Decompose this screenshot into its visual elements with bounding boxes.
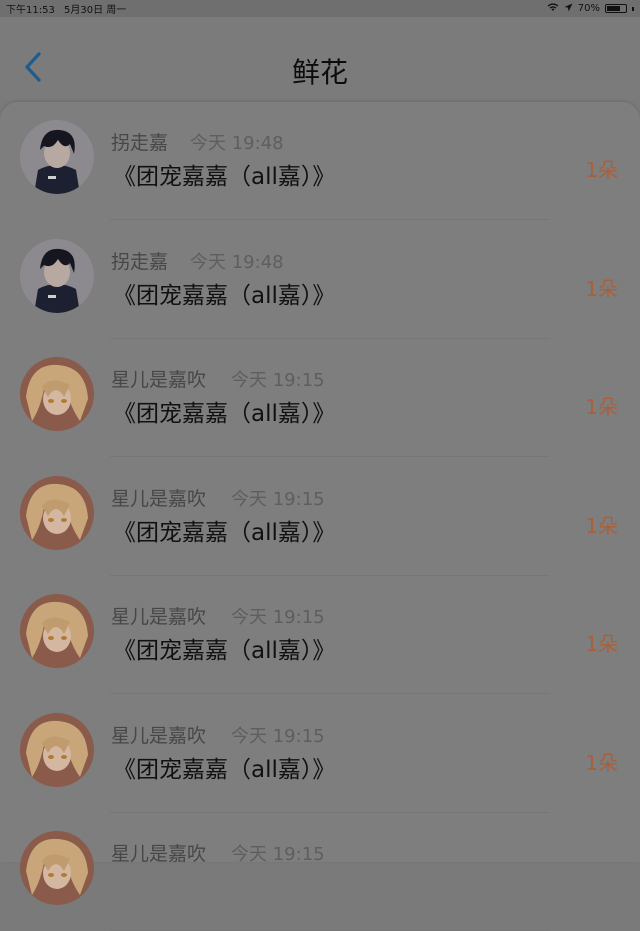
battery-icon xyxy=(605,4,627,13)
timestamp: 今天 19:15 xyxy=(231,370,325,391)
user-avatar[interactable] xyxy=(20,831,94,905)
dark-hair-avatar xyxy=(20,120,94,194)
blonde-hair-avatar xyxy=(20,594,94,668)
flower-list-item[interactable]: 星儿是嘉吹 今天 19:15 《团宠嘉嘉（all嘉）》 1朵 xyxy=(0,576,640,694)
book-title[interactable]: 《团宠嘉嘉（all嘉）》 xyxy=(113,750,335,784)
status-time: 下午11:53 xyxy=(6,5,55,16)
page-title: 鲜花 xyxy=(291,56,348,89)
flower-list-item[interactable]: 星儿是嘉吹 今天 19:15 《团宠嘉嘉（all嘉）》 1朵 xyxy=(0,695,640,813)
blonde-hair-avatar xyxy=(20,831,94,905)
username: 拐走嘉 xyxy=(111,250,169,273)
book-title[interactable]: 《团宠嘉嘉（all嘉）》 xyxy=(113,276,335,310)
flower-list-item[interactable]: 星儿是嘉吹 今天 19:15 《团宠嘉嘉（all嘉）》 1朵 xyxy=(0,339,640,457)
user-avatar[interactable] xyxy=(20,712,94,787)
wifi-icon xyxy=(547,2,559,15)
flower-count: 1朵 xyxy=(585,632,618,656)
flower-count: 1朵 xyxy=(585,158,618,182)
username: 拐走嘉 xyxy=(111,132,169,154)
flower-list-item[interactable]: 拐走嘉 今天 19:48 《团宠嘉嘉（all嘉）》 1朵 xyxy=(0,221,640,339)
blonde-hair-avatar xyxy=(20,712,94,787)
username: 星儿是嘉吹 xyxy=(111,487,207,510)
book-title[interactable]: 《团宠嘉嘉（all嘉）》 xyxy=(113,394,335,428)
flower-list: 拐走嘉 今天 19:48 《团宠嘉嘉（all嘉）》 1朵 拐走嘉 今天 19:48 《团宠嘉… xyxy=(0,102,640,931)
flower-count: 1朵 xyxy=(585,750,618,775)
user-avatar[interactable] xyxy=(20,475,94,550)
username: 星儿是嘉吹 xyxy=(111,606,207,628)
timestamp: 今天 19:15 xyxy=(231,725,325,747)
status-left: 下午11:53 5月30日 周一 xyxy=(6,1,132,16)
user-avatar[interactable] xyxy=(20,120,94,194)
user-avatar[interactable] xyxy=(20,238,94,313)
blonde-hair-avatar xyxy=(20,475,94,550)
battery-cap xyxy=(632,6,634,11)
timestamp: 今天 19:48 xyxy=(190,133,284,154)
user-avatar[interactable] xyxy=(20,357,94,431)
location-arrow-icon xyxy=(564,3,573,15)
book-title[interactable]: 《团宠嘉嘉（all嘉）》 xyxy=(113,513,335,547)
status-right: 70% xyxy=(547,2,634,15)
battery-percent: 70% xyxy=(577,3,600,14)
timestamp: 今天 19:48 xyxy=(190,251,284,273)
username: 星儿是嘉吹 xyxy=(111,369,207,391)
status-bar: 下午11:53 5月30日 周一 70% xyxy=(0,0,640,17)
flower-count: 1朵 xyxy=(585,513,618,538)
book-title[interactable]: 《团宠嘉嘉（all嘉）》 xyxy=(113,631,335,665)
book-title[interactable]: 《团宠嘉嘉（all嘉）》 xyxy=(113,157,335,191)
flower-list-item[interactable]: 星儿是嘉吹 今天 19:15 《团宠嘉嘉（all嘉）》 1朵 xyxy=(0,458,640,576)
flower-list-item[interactable]: 星儿是嘉吹 今天 19:15 xyxy=(0,813,640,931)
blonde-hair-avatar xyxy=(20,357,94,431)
timestamp: 今天 19:15 xyxy=(231,488,325,510)
flower-count: 1朵 xyxy=(585,276,618,301)
status-date: 5月30日 周一 xyxy=(64,5,127,16)
username: 星儿是嘉吹 xyxy=(111,724,207,747)
timestamp: 今天 19:15 xyxy=(231,607,325,628)
flower-list-item[interactable]: 拐走嘉 今天 19:48 《团宠嘉嘉（all嘉）》 1朵 xyxy=(0,102,640,220)
user-avatar[interactable] xyxy=(20,594,94,668)
timestamp: 今天 19:15 xyxy=(231,844,325,865)
dark-hair-avatar xyxy=(20,238,94,313)
flower-count: 1朵 xyxy=(585,395,618,419)
nav-bar: 鲜花 xyxy=(0,17,640,100)
